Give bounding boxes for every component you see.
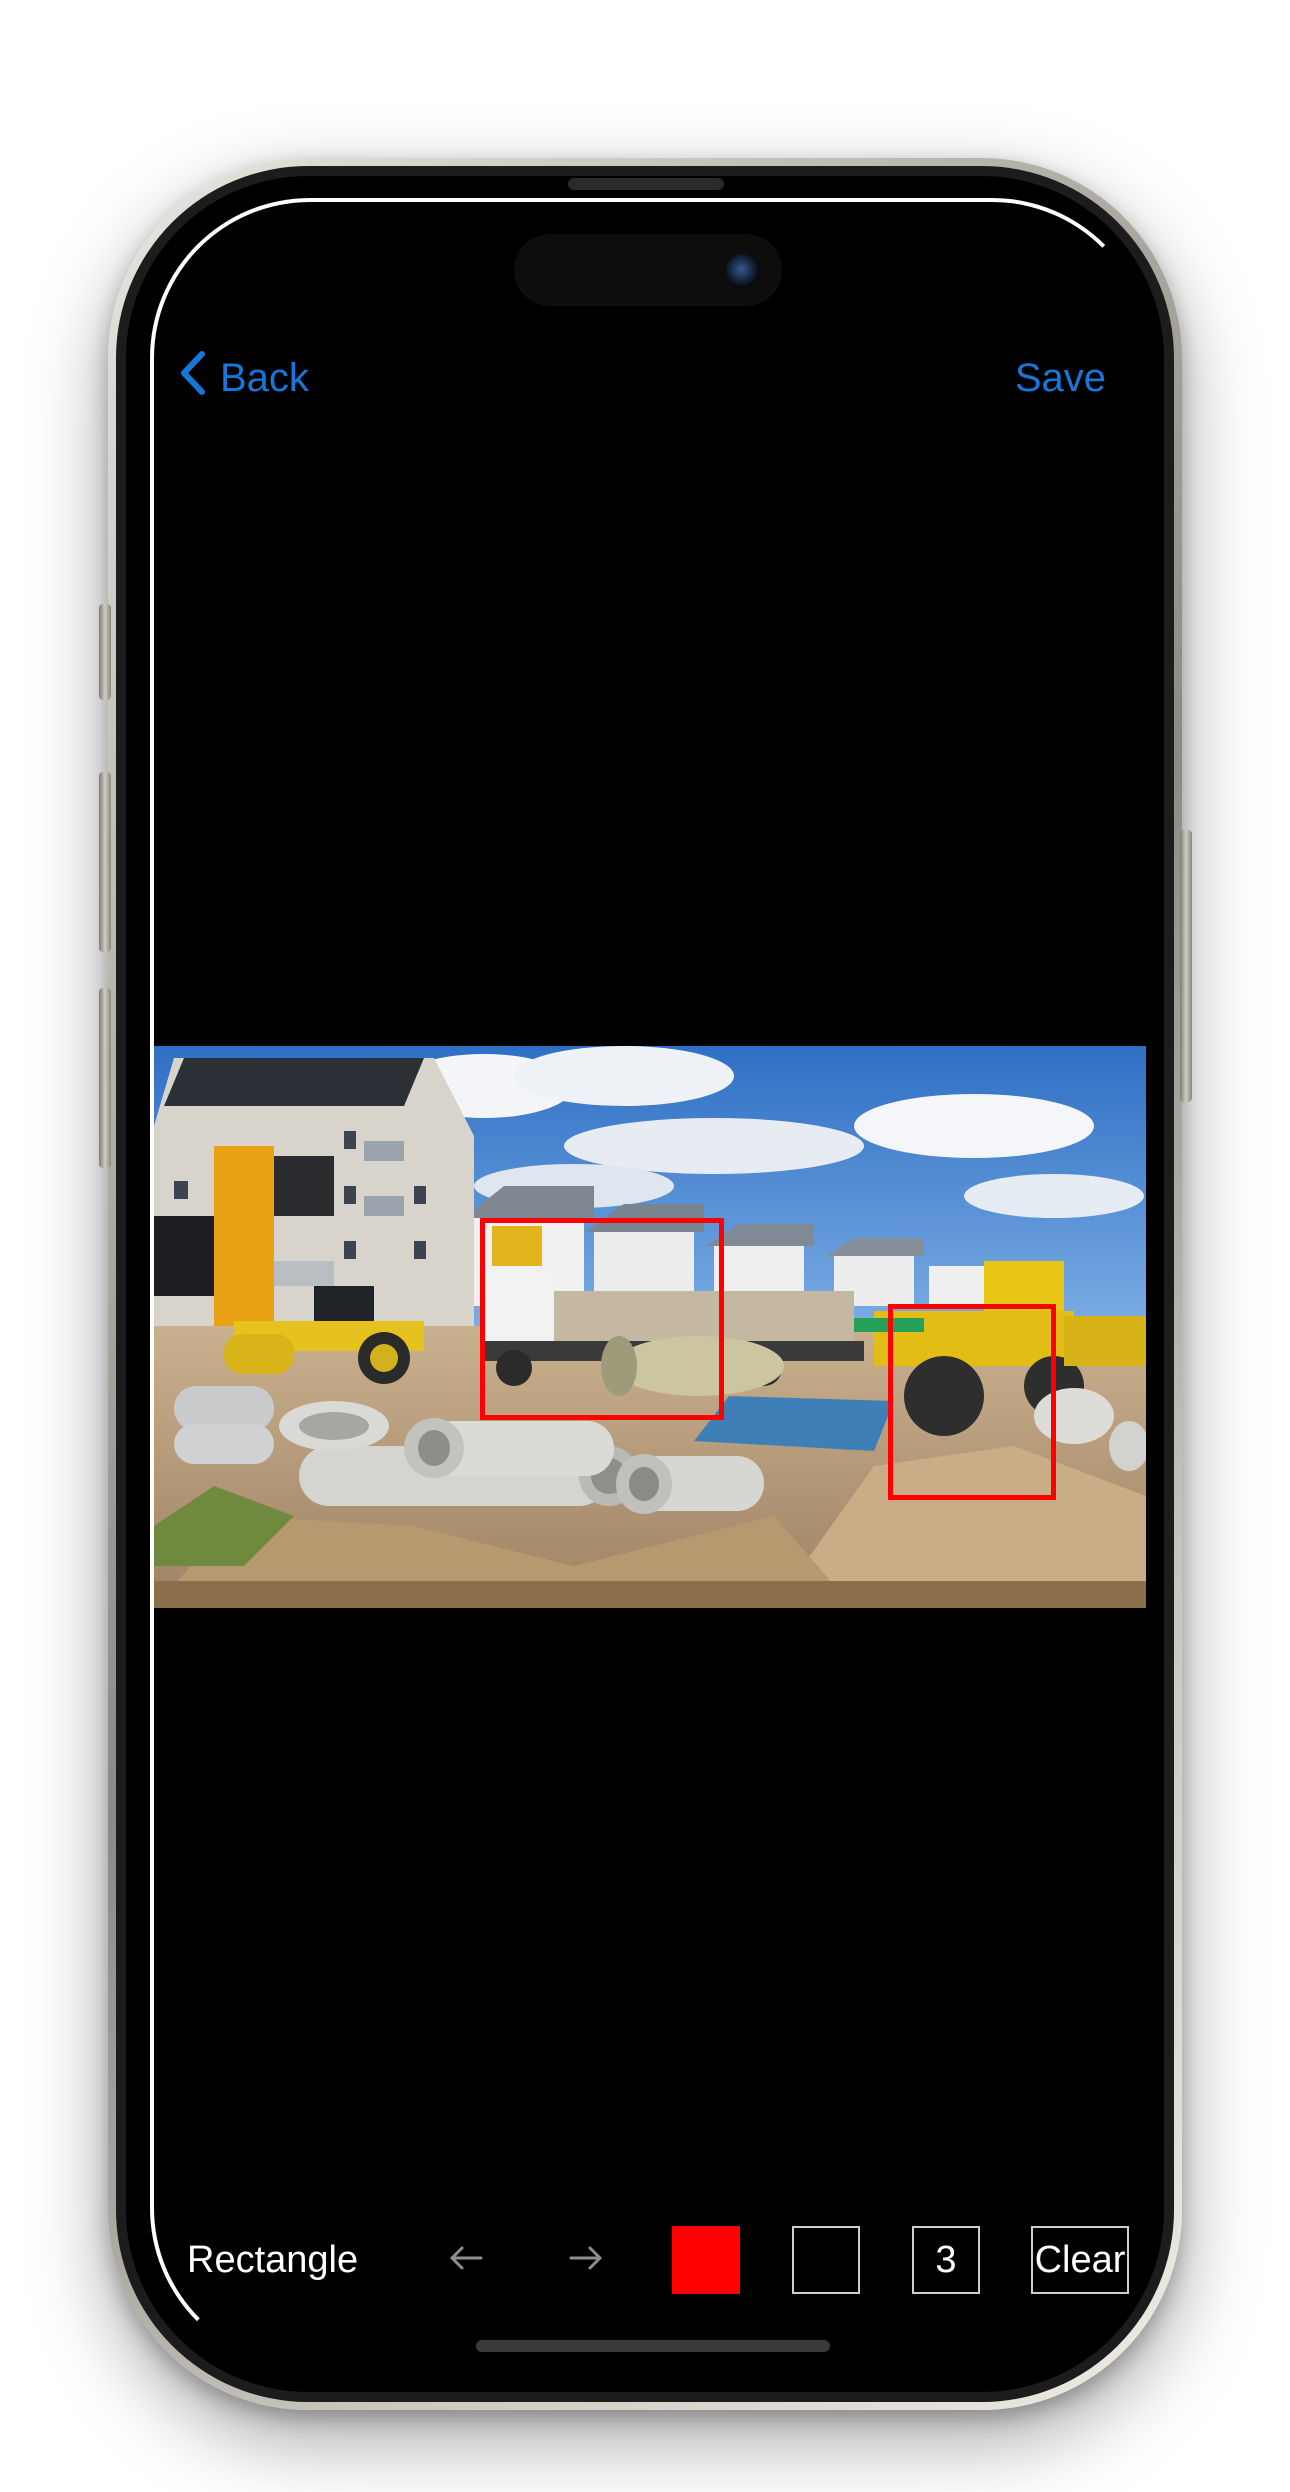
annotation-rectangle[interactable] (888, 1304, 1056, 1500)
clear-button[interactable]: Clear (1031, 2226, 1129, 2294)
redo-button[interactable] (556, 2232, 616, 2288)
save-button[interactable]: Save (1015, 350, 1106, 406)
tool-selector[interactable]: Rectangle (187, 2232, 358, 2288)
fill-color-swatch[interactable] (792, 2226, 860, 2294)
stroke-color-swatch[interactable] (672, 2226, 740, 2294)
front-camera (726, 254, 760, 288)
annotation-rectangle[interactable] (480, 1218, 724, 1420)
construction-site-photo[interactable] (154, 1046, 1146, 1608)
back-button[interactable]: Back (178, 350, 309, 406)
volume-up-button (99, 772, 111, 952)
line-width-button[interactable]: 3 (912, 2226, 980, 2294)
earpiece-speaker (568, 178, 724, 190)
chevron-left-icon (178, 350, 220, 406)
back-label: Back (220, 355, 309, 400)
power-button (1180, 830, 1192, 1102)
arrow-left-icon (448, 2245, 484, 2276)
action-button (99, 604, 111, 700)
home-indicator (476, 2340, 830, 2352)
volume-down-button (99, 988, 111, 1168)
arrow-right-icon (568, 2245, 604, 2276)
undo-button[interactable] (436, 2232, 496, 2288)
